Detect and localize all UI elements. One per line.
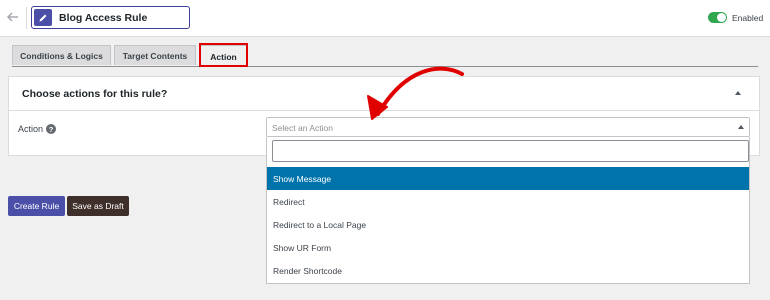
dropdown-search-input[interactable]	[272, 140, 749, 162]
action-field-label: Action	[18, 124, 44, 134]
enabled-toggle[interactable]	[708, 12, 727, 23]
rule-title-field[interactable]: Blog Access Rule	[31, 6, 190, 29]
option-show-ur-form[interactable]: Show UR Form	[267, 236, 749, 259]
tab-conditions-logics[interactable]: Conditions & Logics	[12, 45, 111, 65]
collapse-icon[interactable]	[735, 91, 741, 95]
enabled-label: Enabled	[732, 13, 764, 23]
option-redirect-local-page[interactable]: Redirect to a Local Page	[267, 213, 749, 236]
toggle-knob	[717, 13, 726, 22]
pencil-icon	[34, 9, 52, 26]
chevron-up-icon	[738, 125, 744, 129]
panel-title: Choose actions for this rule?	[22, 88, 168, 100]
rule-title: Blog Access Rule	[59, 12, 148, 24]
help-icon[interactable]: ?	[46, 124, 56, 134]
action-select[interactable]: Select an Action	[266, 117, 750, 137]
option-show-message[interactable]: Show Message	[267, 167, 749, 190]
divider	[26, 7, 27, 29]
arrow-left-icon[interactable]	[6, 10, 20, 24]
select-placeholder: Select an Action	[272, 123, 333, 133]
option-render-shortcode[interactable]: Render Shortcode	[267, 259, 749, 282]
create-rule-button[interactable]: Create Rule	[8, 196, 65, 216]
rule-tabs: Conditions & Logics Target Contents Acti…	[12, 45, 758, 67]
top-bar: Blog Access Rule Enabled	[0, 0, 770, 37]
tab-target-contents[interactable]: Target Contents	[114, 45, 196, 65]
save-draft-button[interactable]: Save as Draft	[67, 196, 129, 216]
panel-header: Choose actions for this rule?	[9, 77, 759, 111]
tab-action[interactable]: Action	[200, 45, 247, 67]
option-redirect[interactable]: Redirect	[267, 190, 749, 213]
action-dropdown: Show Message Redirect Redirect to a Loca…	[266, 137, 750, 284]
